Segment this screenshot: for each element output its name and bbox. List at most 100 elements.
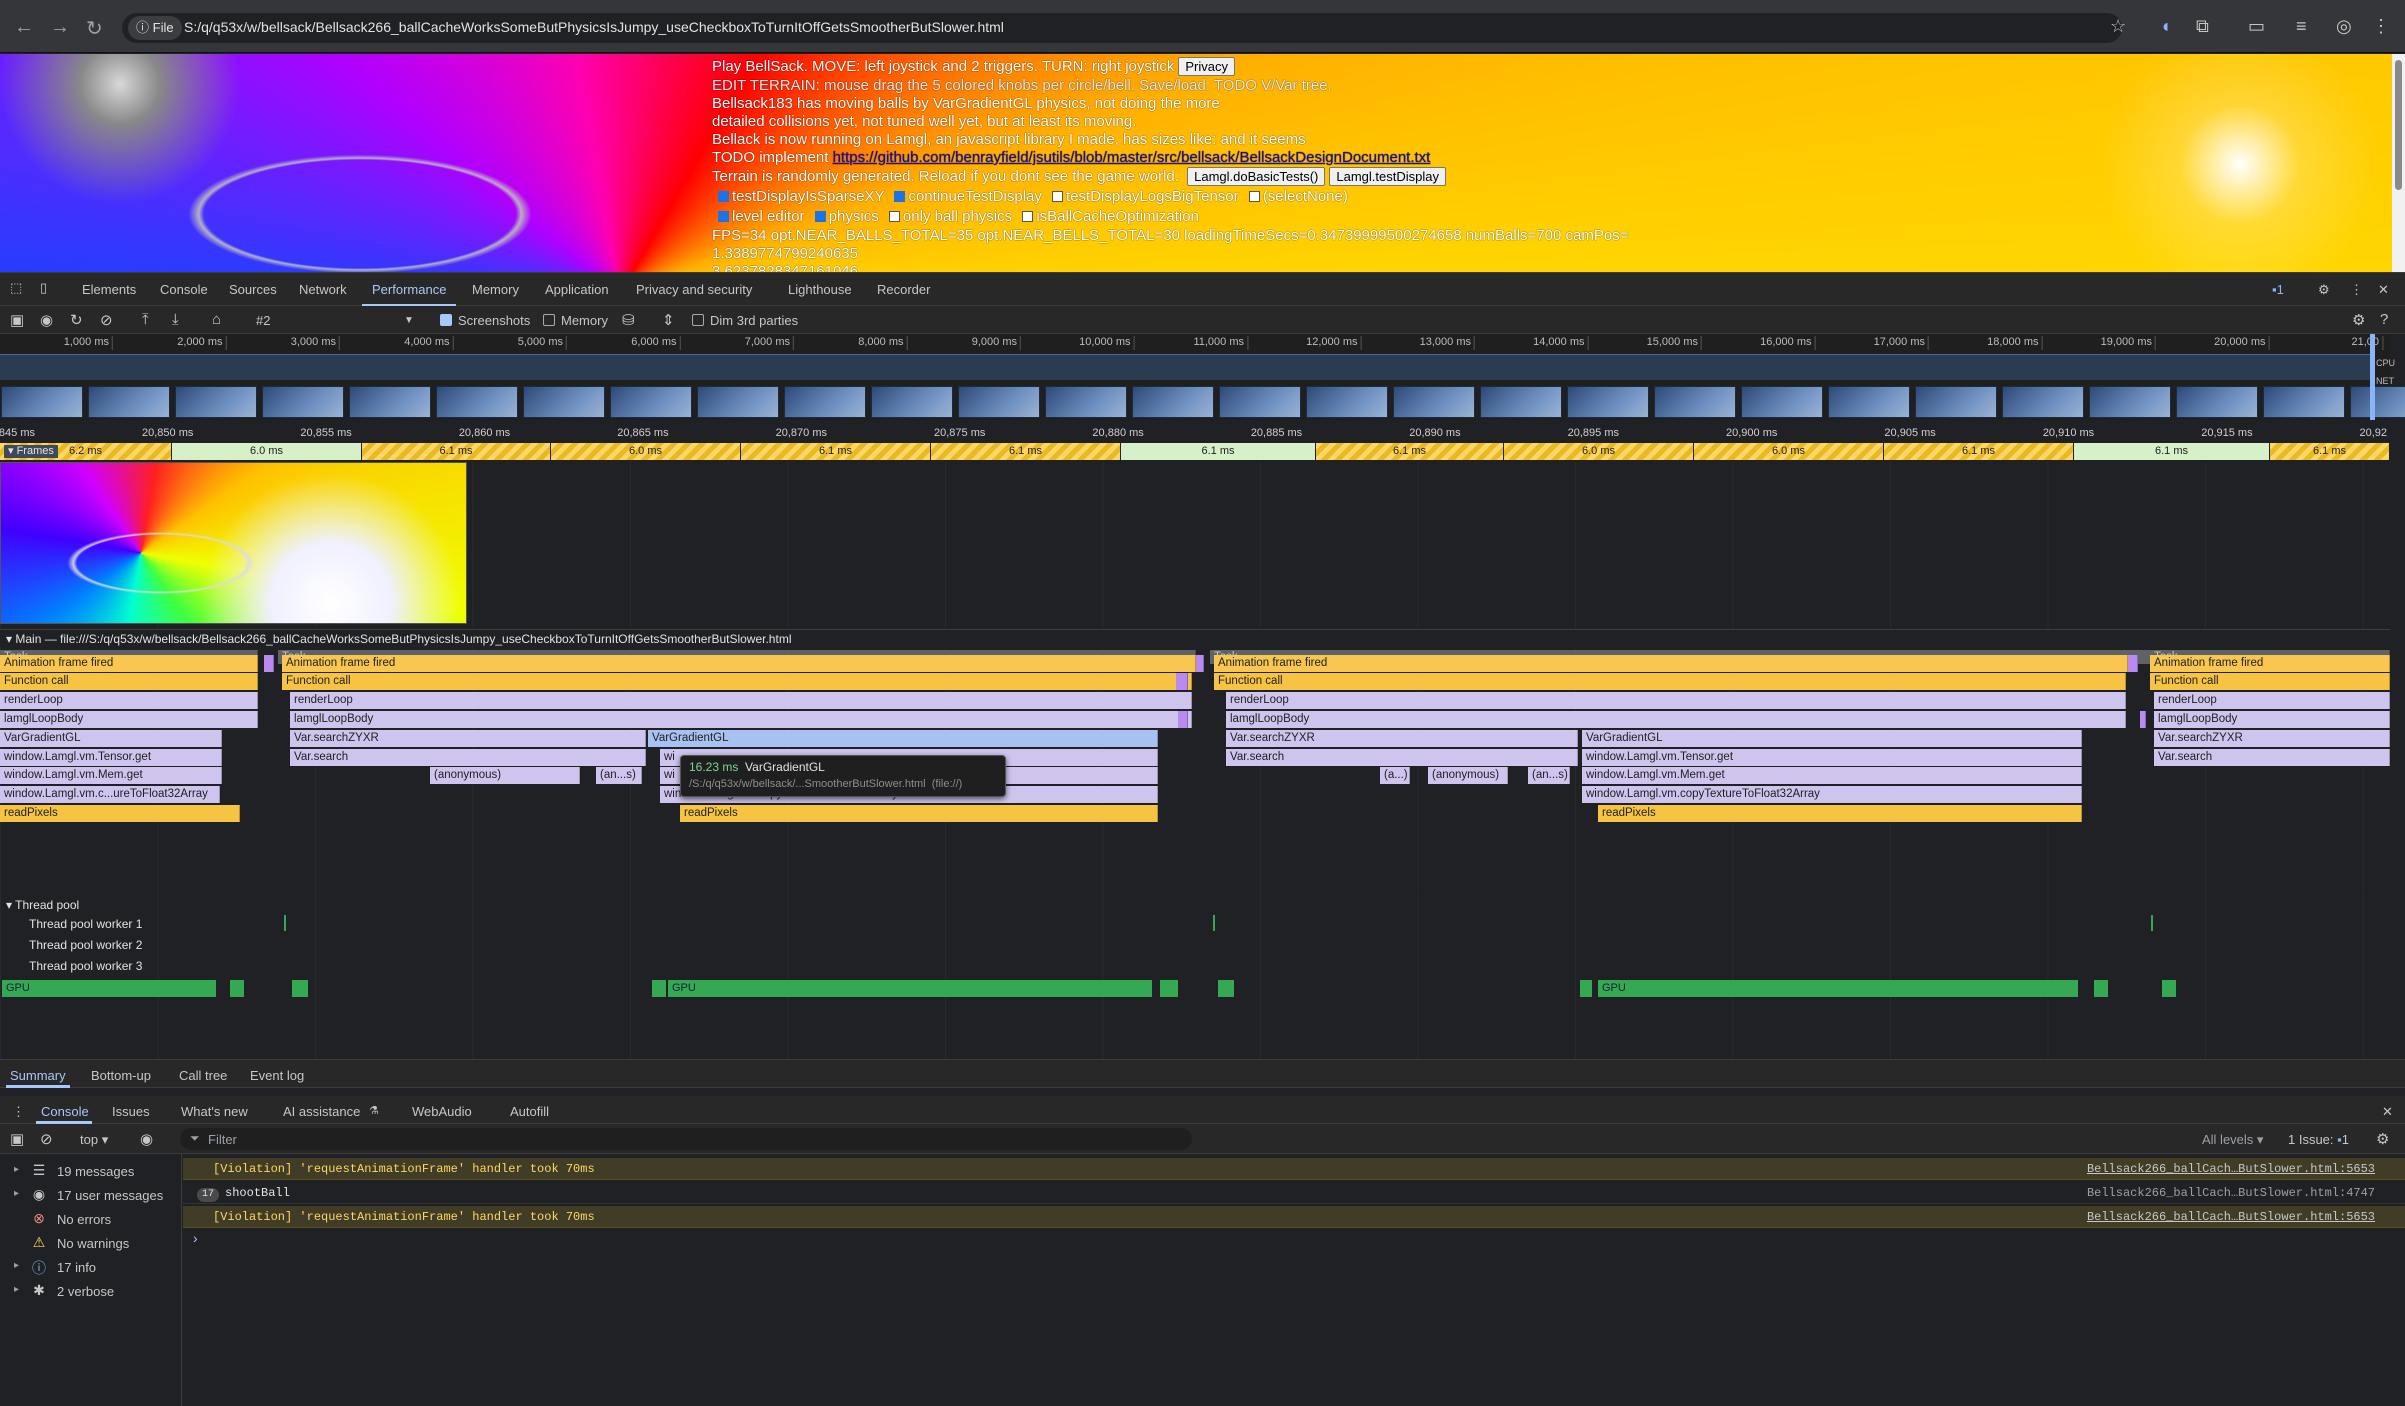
home-icon[interactable]: ⌂ — [212, 311, 221, 328]
devtools-menu-icon[interactable]: ⋮ — [2350, 282, 2363, 298]
console-filter[interactable]: ⏷ — [180, 1128, 1192, 1150]
frames-track-label[interactable]: ▾ Frames — [4, 445, 58, 458]
var-gradient-gl-bar[interactable]: VarGradientGL — [648, 730, 1158, 747]
search-zyxr-bar[interactable]: Var.searchZYXR — [2154, 730, 2390, 747]
tensor-get-bar[interactable]: window.Lamgl.vm.Tensor.get — [1582, 749, 2082, 766]
gpu-event[interactable] — [1160, 980, 1178, 997]
frame-block[interactable]: 6.0 ms — [1504, 443, 1694, 460]
drawer-tab-autofill[interactable]: Autofill — [510, 1104, 549, 1119]
issues-badge[interactable]: ▪1 — [2272, 282, 2284, 297]
console-message[interactable]: [Violation] 'requestAnimationFrame' hand… — [183, 1206, 2405, 1228]
render-loop-bar[interactable]: renderLoop — [290, 692, 1192, 709]
anonymous-bar[interactable]: (an...s) — [596, 767, 642, 784]
chk-ball-cache[interactable] — [1022, 211, 1034, 222]
small-event-bar[interactable] — [1176, 673, 1188, 690]
tab-privacy-security[interactable]: Privacy and security — [636, 282, 752, 297]
upload-icon[interactable]: ⤒ — [142, 311, 149, 328]
frame-block[interactable]: 6.0 ms — [172, 443, 362, 460]
worker-1-event[interactable] — [1213, 915, 1215, 931]
recording-select[interactable]: #2 — [256, 313, 270, 328]
expand-arrow-icon[interactable]: ▸ — [14, 1164, 19, 1175]
read-pixels-bar[interactable]: readPixels — [0, 805, 240, 822]
bookmark-star-icon[interactable]: ☆ — [2110, 16, 2126, 37]
copy-texture-bar[interactable]: window.Lamgl.vm.copyTextureToFloat32Arra… — [1582, 786, 2082, 803]
sidebar-item[interactable]: ⚠ No warnings — [0, 1233, 182, 1255]
sidebar-toggle-icon[interactable]: ▣ — [10, 311, 24, 329]
drawer-tab-webaudio[interactable]: WebAudio — [412, 1104, 472, 1119]
recording-dropdown-icon[interactable]: ▼ — [404, 315, 414, 326]
small-event-bar[interactable] — [1178, 711, 1188, 728]
small-event-bar[interactable] — [1196, 655, 1204, 672]
tab-bottom-up[interactable]: Bottom-up — [91, 1068, 151, 1083]
small-event-bar[interactable] — [2128, 655, 2138, 672]
search-bar[interactable]: Var.search — [1226, 749, 1578, 766]
test-display-button[interactable]: Lamgl.testDisplay — [1329, 167, 1446, 186]
mem-get-bar[interactable]: window.Lamgl.vm.Mem.get — [1582, 767, 2082, 784]
worker-1-event[interactable] — [284, 915, 286, 931]
tab-summary[interactable]: Summary — [10, 1068, 66, 1083]
gpu-event[interactable] — [292, 980, 308, 997]
copy-texture-bar[interactable]: window.Lamgl.vm.c...ureToFloat32Array — [0, 786, 220, 803]
url-text[interactable]: S:/q/q53x/w/bellsack/Bellsack266_ballCac… — [184, 19, 1004, 35]
drawer-resizer[interactable] — [0, 1088, 2405, 1096]
clear-console-icon[interactable]: ⊘ — [40, 1130, 53, 1148]
memory-checkbox[interactable] — [543, 314, 555, 326]
frame-block[interactable]: 6.1 ms — [362, 443, 551, 460]
anonymous-bar[interactable]: (anonymous) — [1428, 767, 1508, 784]
animation-frame-bar[interactable]: Animation frame fired — [282, 655, 1196, 672]
overview-selection-handle[interactable] — [2370, 334, 2375, 420]
tab-memory[interactable]: Memory — [472, 282, 519, 297]
clear-icon[interactable]: ⊘ — [100, 311, 113, 329]
tab-call-tree[interactable]: Call tree — [179, 1068, 227, 1083]
tab-application[interactable]: Application — [545, 282, 609, 297]
anonymous-bar[interactable]: (an...s) — [1528, 767, 1570, 784]
tab-console[interactable]: Console — [160, 282, 208, 297]
gpu-event[interactable] — [2162, 980, 2176, 997]
thread-pool-title[interactable]: ▾ Thread pool — [6, 898, 79, 912]
basic-tests-button[interactable]: Lamgl.doBasicTests() — [1187, 167, 1326, 186]
expand-arrow-icon[interactable]: ▸ — [14, 1260, 19, 1271]
close-devtools-icon[interactable]: ✕ — [2378, 282, 2389, 298]
reload-icon[interactable]: ↻ — [86, 16, 103, 41]
animation-frame-bar[interactable]: Animation frame fired — [1214, 655, 2128, 672]
anonymous-bar[interactable]: (anonymous) — [430, 767, 580, 784]
console-message[interactable]: [Violation] 'requestAnimationFrame' hand… — [183, 1158, 2405, 1180]
frame-block[interactable]: 6.1 ms — [1121, 443, 1316, 460]
frame-block[interactable]: 6.0 ms — [1694, 443, 1884, 460]
render-loop-bar[interactable]: renderLoop — [2154, 692, 2390, 709]
cast-icon[interactable]: ▭ — [2248, 16, 2265, 37]
read-pixels-bar[interactable]: readPixels — [1598, 805, 2082, 822]
drawer-tab-issues[interactable]: Issues — [112, 1104, 150, 1119]
drawer-tab-console[interactable]: Console — [41, 1104, 89, 1119]
search-bar[interactable]: Var.search — [2154, 749, 2390, 766]
animation-frame-bar[interactable]: Animation frame fired — [2150, 655, 2390, 672]
profile-icon[interactable]: ◎ — [2336, 16, 2352, 37]
settings-gear-icon[interactable]: ⚙ — [2318, 282, 2330, 298]
sidebar-item[interactable]: ▸ ☰ 19 messages — [0, 1161, 182, 1183]
thread-pool-track[interactable]: ▾ Thread pool Thread pool worker 1 Threa… — [0, 897, 2390, 987]
frame-block[interactable]: 6.1 ms — [1316, 443, 1504, 460]
search-zyxr-bar[interactable]: Var.searchZYXR — [1226, 730, 1578, 747]
timeline-overview[interactable]: 1,000 ms 2,000 ms 3,000 ms 4,000 ms 5,000 ms… — [0, 334, 2405, 420]
lamgl-loop-body-bar[interactable]: lamglLoopBody — [290, 711, 1192, 728]
gpu-event[interactable]: GPU — [1598, 980, 2078, 997]
frame-block[interactable]: 6.1 ms — [741, 443, 931, 460]
help-icon[interactable]: ? — [2380, 311, 2388, 328]
animation-frame-bar[interactable]: Animation frame fired — [0, 655, 258, 672]
gpu-event[interactable] — [1218, 980, 1234, 997]
chk-select-none[interactable] — [1248, 191, 1260, 202]
console-messages[interactable]: [Violation] 'requestAnimationFrame' hand… — [183, 1154, 2405, 1406]
console-prompt[interactable]: › — [193, 1230, 198, 1246]
garbage-collect-icon[interactable]: ⛁ — [622, 311, 635, 329]
small-event-bar[interactable] — [2140, 711, 2146, 728]
design-doc-link[interactable]: https://github.com/benrayfield/jsutils/b… — [833, 149, 1431, 166]
frame-block[interactable]: 6.0 ms — [551, 443, 741, 460]
search-zyxr-bar[interactable]: Var.searchZYXR — [290, 730, 646, 747]
expand-arrow-icon[interactable]: ▸ — [14, 1284, 19, 1295]
page-viewport[interactable]: Play BellSack. MOVE: left joystick and 2… — [0, 54, 2392, 272]
main-thread-header[interactable]: ▾ Main — file:///S:/q/q53x/w/bellsack/Be… — [0, 629, 2390, 647]
inspect-element-icon[interactable]: ⬚ — [10, 280, 22, 296]
frame-block[interactable]: 6.1 ms — [2270, 443, 2390, 460]
search-bar[interactable]: Var.search — [290, 749, 646, 766]
device-toolbar-icon[interactable]: ▯ — [40, 280, 47, 296]
